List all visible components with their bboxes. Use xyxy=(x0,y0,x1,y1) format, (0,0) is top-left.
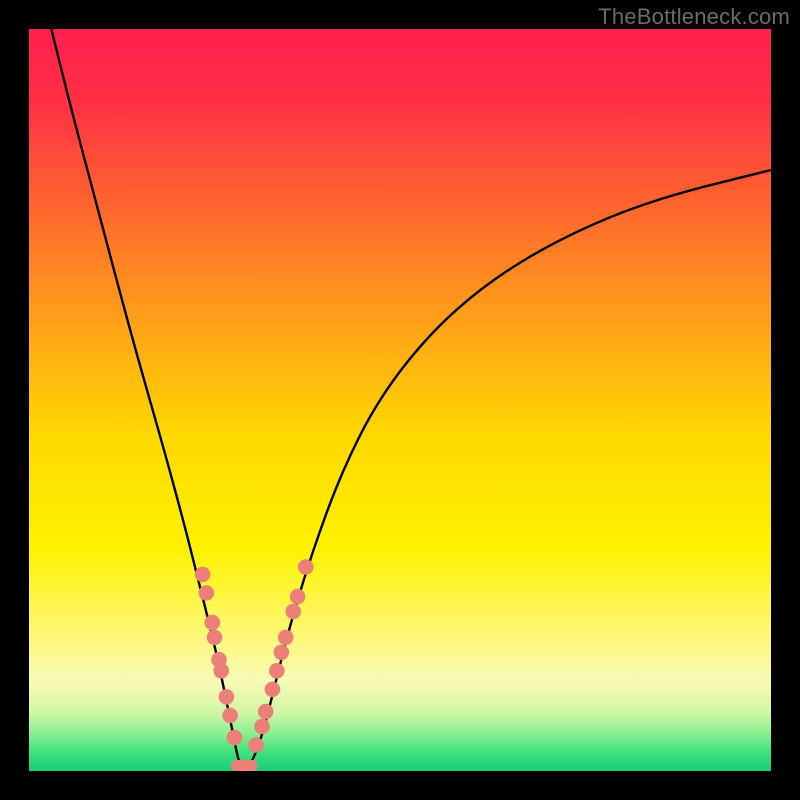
data-dot xyxy=(227,730,243,746)
data-dot xyxy=(219,689,235,705)
data-dot xyxy=(254,719,270,735)
watermark-text: TheBottleneck.com xyxy=(598,4,790,30)
data-dot xyxy=(265,682,281,698)
dots-right-group xyxy=(248,559,313,753)
data-dot xyxy=(199,585,215,601)
data-dot xyxy=(285,604,301,620)
bottleneck-curve xyxy=(51,29,771,766)
bottom-blob-shape xyxy=(231,760,258,771)
dots-left-group xyxy=(195,567,243,746)
data-dot xyxy=(205,615,221,631)
chart-svg xyxy=(29,29,771,771)
data-dot xyxy=(213,663,229,679)
data-dot xyxy=(207,630,223,646)
data-dot xyxy=(274,645,290,661)
data-dot xyxy=(278,630,294,646)
data-dot xyxy=(195,567,211,583)
data-dot xyxy=(248,737,264,753)
bottom-blob xyxy=(231,760,258,771)
data-dot xyxy=(258,704,274,720)
plot-area xyxy=(29,29,771,771)
data-dot xyxy=(269,663,285,679)
data-dot xyxy=(298,559,314,575)
data-dot xyxy=(290,589,306,605)
data-dot xyxy=(222,708,238,724)
